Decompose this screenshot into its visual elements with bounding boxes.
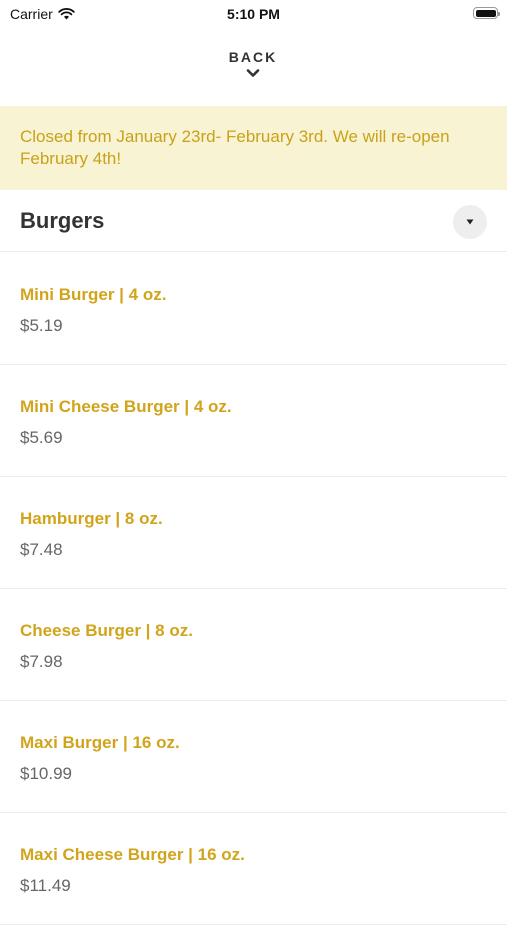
status-time: 5:10 PM [227, 6, 280, 22]
status-bar: Carrier 5:10 PM [0, 0, 507, 28]
menu-item[interactable]: Maxi Burger | 16 oz. $10.99 [0, 701, 507, 813]
menu-item-name: Mini Burger | 4 oz. [20, 285, 167, 304]
menu-item-price: $5.69 [20, 428, 63, 447]
menu-item-price: $5.19 [20, 316, 63, 335]
menu-item-price: $7.48 [20, 540, 63, 559]
menu-item-price: $10.99 [20, 764, 72, 783]
menu-item-price: $7.98 [20, 652, 63, 671]
menu-item-name: Maxi Burger | 16 oz. [20, 733, 180, 752]
menu-item[interactable]: Maxi Cheese Burger | 16 oz. $11.49 [0, 813, 507, 925]
back-label: BACK [228, 49, 278, 65]
menu-item[interactable]: Mini Burger | 4 oz. $5.19 [0, 253, 507, 365]
collapse-section-button[interactable] [453, 205, 487, 239]
caret-down-icon [466, 219, 474, 225]
menu-item[interactable]: Mini Cheese Burger | 4 oz. $5.69 [0, 365, 507, 477]
menu-item-price: $11.49 [20, 876, 71, 895]
menu-item[interactable]: Hamburger | 8 oz. $7.48 [0, 477, 507, 589]
menu-item-list: Mini Burger | 4 oz. $5.19 Mini Cheese Bu… [0, 253, 507, 925]
closure-notice-text: Closed from January 23rd- February 3rd. … [20, 127, 450, 168]
closure-notice: Closed from January 23rd- February 3rd. … [0, 106, 507, 190]
chevron-down-icon [246, 69, 260, 77]
menu-item-name: Hamburger | 8 oz. [20, 509, 163, 528]
section-header: Burgers [0, 190, 507, 252]
menu-item-name: Maxi Cheese Burger | 16 oz. [20, 845, 245, 864]
menu-item-name: Cheese Burger | 8 oz. [20, 621, 193, 640]
menu-item[interactable]: Cheese Burger | 8 oz. $7.98 [0, 589, 507, 701]
section-title: Burgers [20, 208, 105, 233]
back-button[interactable]: BACK [203, 44, 303, 92]
menu-item-name: Mini Cheese Burger | 4 oz. [20, 397, 232, 416]
battery-level [475, 9, 496, 17]
battery-icon [473, 7, 500, 19]
